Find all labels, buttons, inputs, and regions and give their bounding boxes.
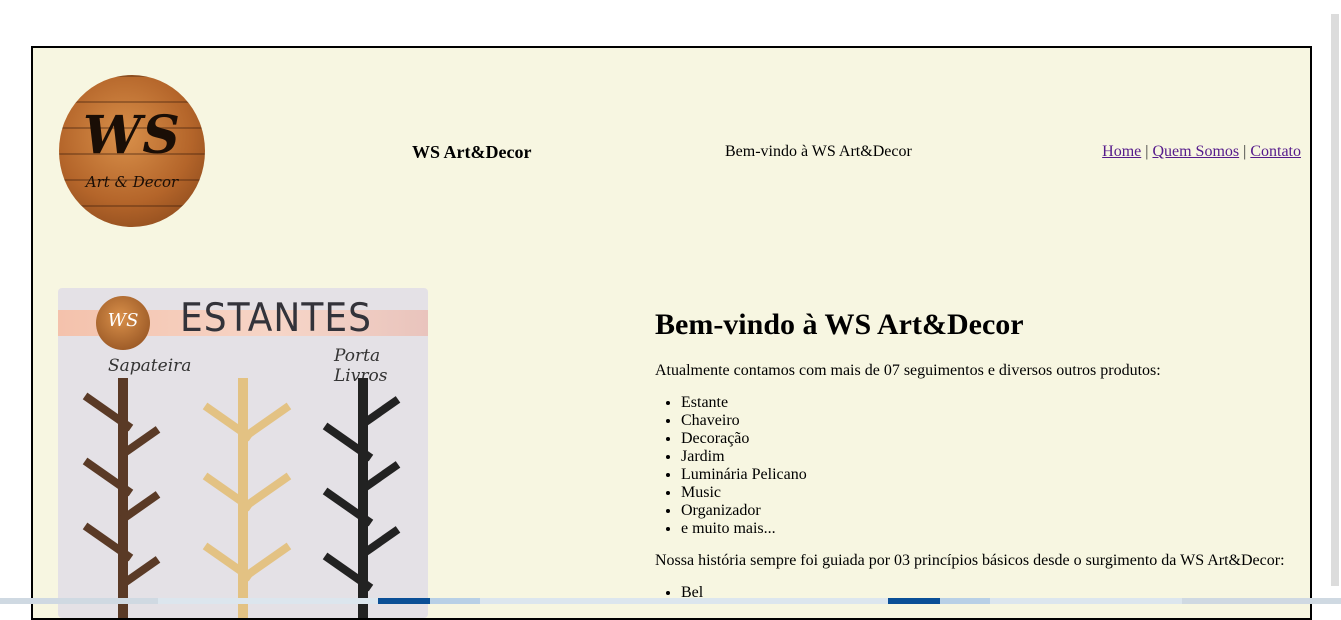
taskbar-segment[interactable] [0,598,158,604]
scrollbar-thumb[interactable] [1331,14,1339,586]
taskbar-segment[interactable] [888,598,940,604]
list-item: Organizador [681,502,1295,520]
hero-title: ESTANTES [180,296,372,341]
list-item: Music [681,484,1295,502]
list-item: Jardim [681,448,1295,466]
welcome-heading: Bem-vindo à WS Art&Decor [655,308,1295,342]
list-item: Luminária Pelicano [681,466,1295,484]
taskbar-segment[interactable] [378,598,430,604]
hero-product-image: WS ESTANTES Sapateira Porta Livros [58,288,428,618]
main-nav: Home | Quem Somos | Contato [1102,143,1301,161]
hero-label-porta-livros: Porta Livros [334,346,428,386]
brand-name: WS Art&Decor [412,142,531,163]
header-tagline: Bem-vindo à WS Art&Decor [725,143,912,161]
product-list: Estante Chaveiro Decoração Jardim Luminá… [655,394,1295,538]
nav-separator: | [1145,143,1148,160]
taskbar-segment[interactable] [1182,598,1341,604]
tree-shelf-arm [241,473,291,512]
logo-subtitle: Art & Decor [59,173,205,191]
hero-logo-badge: WS [96,296,150,350]
taskbar-segment[interactable] [940,598,990,604]
history-text: Nossa história sempre foi guiada por 03 … [655,552,1295,570]
welcome-section: Bem-vindo à WS Art&Decor Atualmente cont… [655,308,1295,616]
page-frame: WS Art & Decor WS Art&Decor Bem-vindo à … [31,46,1312,620]
taskbar-segment[interactable] [430,598,480,604]
list-item: Chaveiro [681,412,1295,430]
tree-shelf-arm [241,543,291,582]
list-item: e muito mais... [681,520,1295,538]
nav-link-home[interactable]: Home [1102,143,1141,160]
vertical-scrollbar[interactable] [1327,0,1341,604]
hero-label-sapateira: Sapateira [108,356,191,376]
tree-shelf-arm [241,403,291,442]
list-item: Estante [681,394,1295,412]
logo-initials: WS [59,105,205,166]
nav-link-quem-somos[interactable]: Quem Somos [1152,143,1239,160]
brand-logo[interactable]: WS Art & Decor [59,75,205,227]
nav-separator: | [1243,143,1246,160]
bottom-taskbar [0,598,1341,604]
intro-text: Atualmente contamos com mais de 07 segui… [655,362,1295,380]
list-item: Decoração [681,430,1295,448]
nav-link-contato[interactable]: Contato [1250,143,1301,160]
